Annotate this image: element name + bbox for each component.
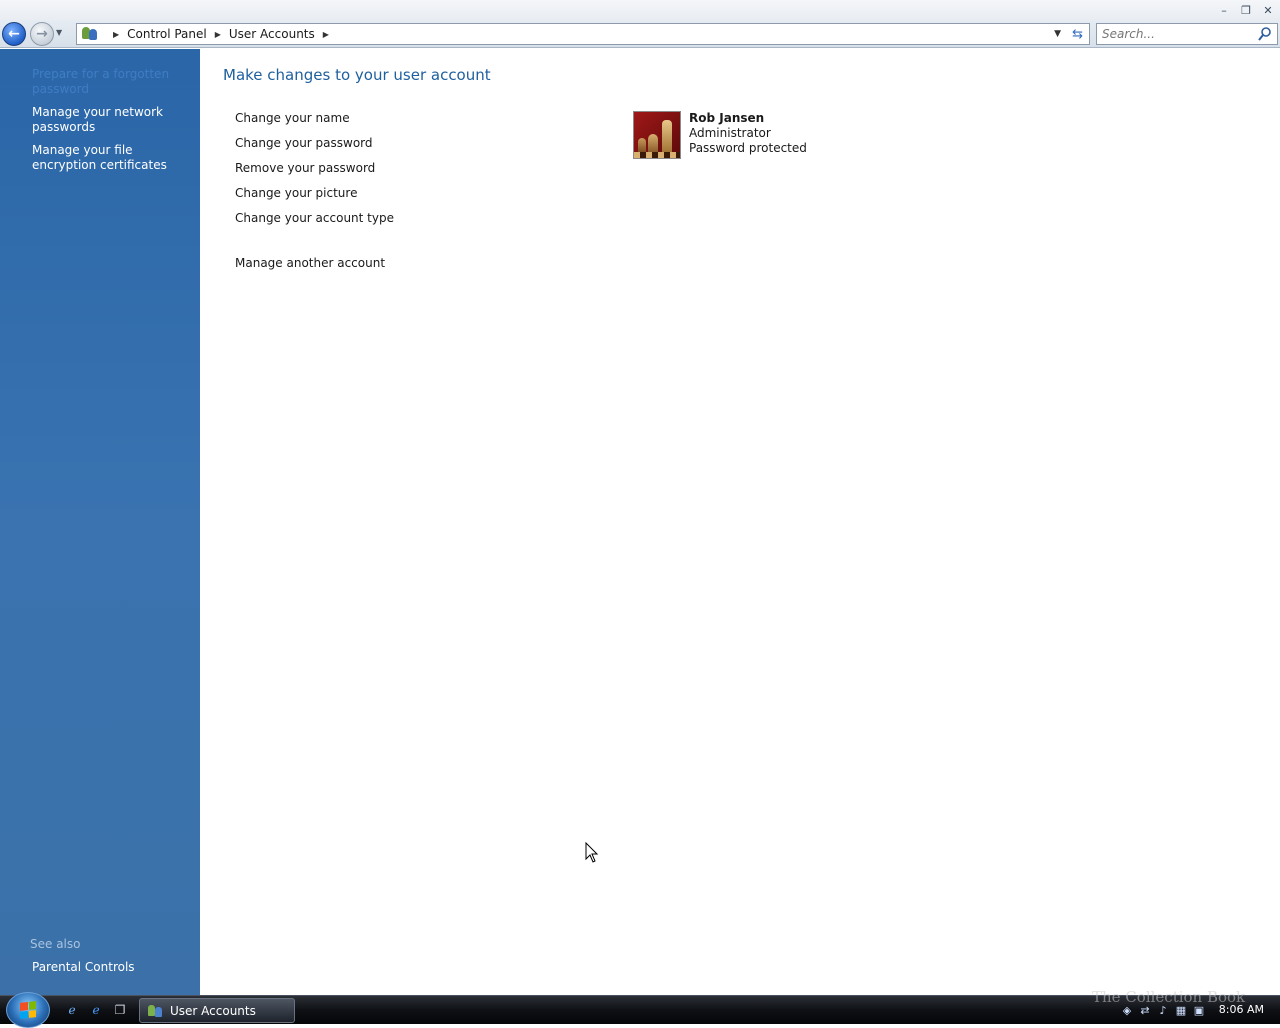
address-dropdown-icon[interactable]: ▼ xyxy=(1054,29,1061,39)
recent-pages-dropdown[interactable]: ▼ xyxy=(56,28,66,40)
restore-icon: ❐ xyxy=(1241,3,1251,17)
user-accounts-icon xyxy=(81,26,99,42)
address-bar[interactable]: ▶ Control Panel ▶ User Accounts ▶ ▼ ⇆ xyxy=(76,23,1090,45)
volume-icon[interactable]: ♪ xyxy=(1156,1004,1170,1018)
chevron-down-icon: ▼ xyxy=(56,28,63,37)
taskbar-button-label: User Accounts xyxy=(170,1003,256,1018)
close-icon: ✕ xyxy=(1263,3,1273,17)
forward-button[interactable]: → xyxy=(30,22,54,46)
see-also-heading: See also xyxy=(30,937,81,951)
network-icon[interactable]: ▦ xyxy=(1174,1004,1188,1018)
manage-encryption-certificates-link[interactable]: Manage your file encryption certificates xyxy=(32,143,192,173)
breadcrumb-user-accounts[interactable]: User Accounts xyxy=(229,27,315,41)
ie-quicklaunch-icon[interactable]: ℯ xyxy=(64,1002,80,1018)
minimize-icon: – xyxy=(1221,3,1227,17)
sync-icon[interactable]: ⇄ xyxy=(1138,1004,1152,1018)
start-button[interactable] xyxy=(6,992,50,1028)
breadcrumb-chevron-icon[interactable]: ▶ xyxy=(215,30,221,39)
windows-logo-icon xyxy=(20,1001,36,1019)
close-button[interactable]: ✕ xyxy=(1258,2,1278,18)
manage-another-account-link[interactable]: Manage another account xyxy=(235,256,385,270)
main-content: Make changes to your user account Change… xyxy=(200,49,1280,995)
title-bar: – ❐ ✕ xyxy=(0,0,1280,20)
breadcrumb-control-panel[interactable]: Control Panel xyxy=(127,27,207,41)
restore-button[interactable]: ❐ xyxy=(1236,2,1256,18)
account-card: Rob Jansen Administrator Password protec… xyxy=(633,111,807,159)
user-accounts-icon xyxy=(148,1004,164,1018)
change-account-type-link[interactable]: Change your account type xyxy=(235,211,394,225)
account-info: Rob Jansen Administrator Password protec… xyxy=(689,111,807,159)
breadcrumb-chevron-icon[interactable]: ▶ xyxy=(323,30,329,39)
forward-arrow-icon: → xyxy=(36,26,48,42)
switch-windows-icon[interactable]: ❐ xyxy=(112,1002,128,1018)
display-icon[interactable]: ▣ xyxy=(1192,1004,1206,1018)
account-role: Administrator xyxy=(689,126,771,140)
account-status: Password protected xyxy=(689,141,807,155)
window-controls: – ❐ ✕ xyxy=(1214,2,1278,18)
watermark-text: The Collection Book xyxy=(1092,988,1246,1006)
search-box[interactable] xyxy=(1096,23,1278,45)
refresh-icon[interactable]: ⇆ xyxy=(1072,27,1083,42)
change-password-link[interactable]: Change your password xyxy=(235,136,373,150)
back-arrow-icon: ← xyxy=(8,26,20,42)
change-name-link[interactable]: Change your name xyxy=(235,111,350,125)
change-picture-link[interactable]: Change your picture xyxy=(235,186,357,200)
taskbar-button-user-accounts[interactable]: User Accounts xyxy=(139,998,295,1023)
navigation-bar: ← → ▼ ▶ Control Panel ▶ User Accounts ▶ … xyxy=(0,20,1280,48)
manage-network-passwords-link[interactable]: Manage your network passwords xyxy=(32,105,192,135)
breadcrumb-chevron-icon[interactable]: ▶ xyxy=(113,30,119,39)
shield-icon[interactable]: ◈ xyxy=(1120,1004,1134,1018)
task-pane: Prepare for a forgotten password Manage … xyxy=(0,49,200,995)
prepare-forgotten-password-link[interactable]: Prepare for a forgotten password xyxy=(32,67,192,97)
taskbar: ℯ ℯ ❐ User Accounts ◈ ⇄ ♪ ▦ ▣ 8:06 AM xyxy=(0,992,1280,1028)
minimize-button[interactable]: – xyxy=(1214,2,1234,18)
internet-explorer-icon[interactable]: ℯ xyxy=(88,1002,104,1018)
parental-controls-link[interactable]: Parental Controls xyxy=(32,960,192,975)
search-icon[interactable] xyxy=(1257,26,1273,42)
mouse-cursor-icon xyxy=(585,842,599,863)
back-button[interactable]: ← xyxy=(2,22,26,46)
account-name: Rob Jansen xyxy=(689,111,765,125)
avatar xyxy=(633,111,681,159)
page-title: Make changes to your user account xyxy=(223,66,491,84)
remove-password-link[interactable]: Remove your password xyxy=(235,161,375,175)
search-input[interactable] xyxy=(1097,24,1247,44)
